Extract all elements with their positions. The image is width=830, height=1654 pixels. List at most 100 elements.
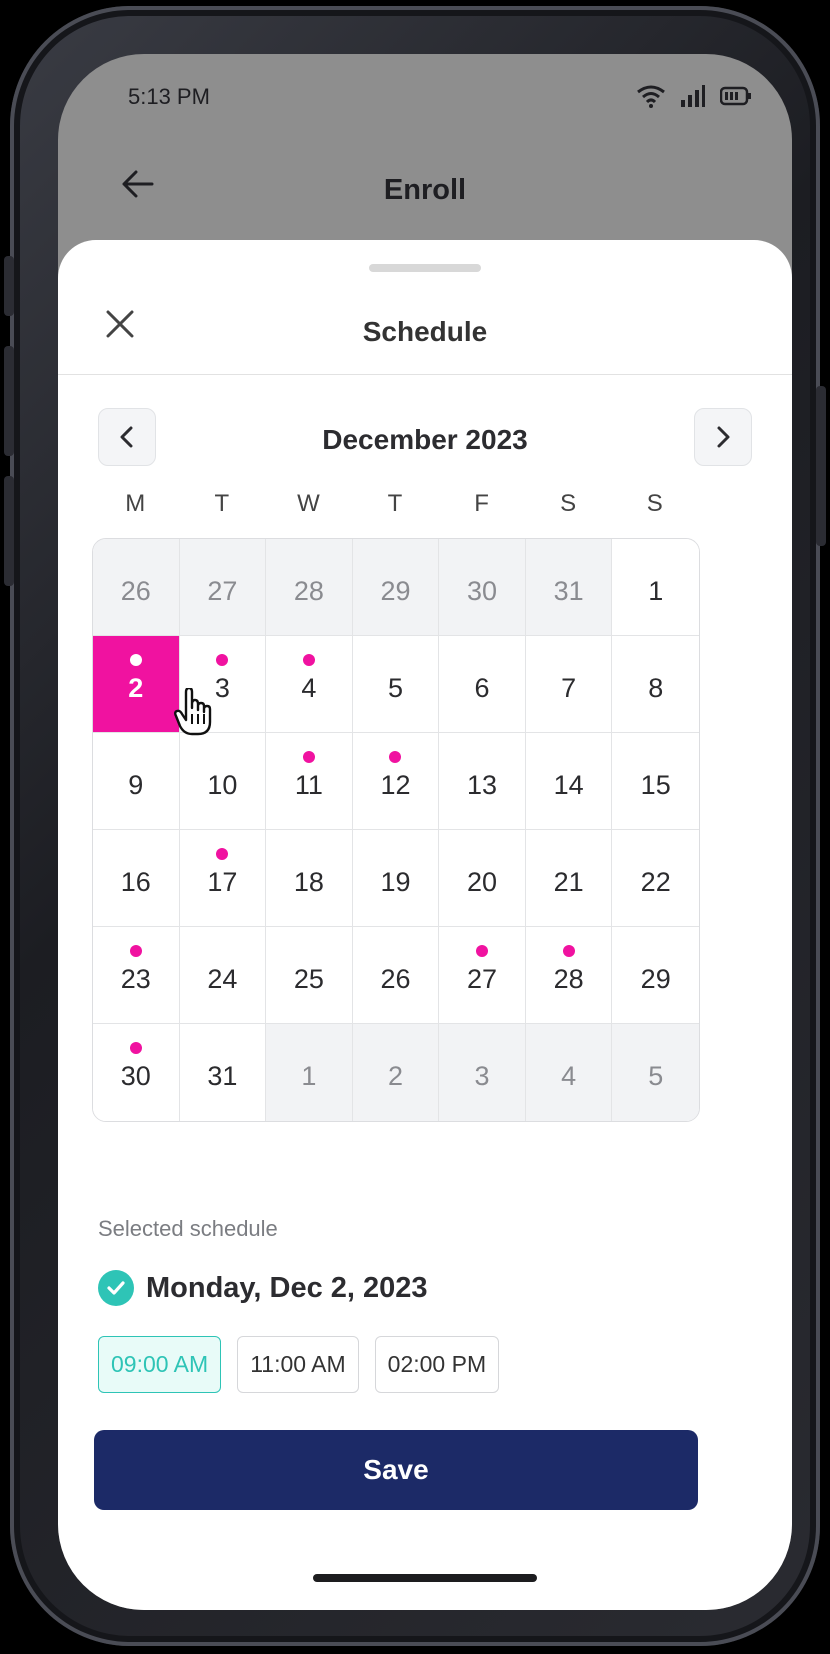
time-slot-chip[interactable]: 11:00 AM [237,1336,359,1393]
sheet-title: Schedule [362,316,488,347]
event-dot [476,945,489,957]
calendar-day[interactable]: 16 [93,830,180,927]
event-dot [129,945,142,957]
weekday-label: S [646,490,663,517]
calendar-day-number: 17 [207,866,238,897]
time-slot-chip[interactable]: 09:00 AM [98,1336,222,1393]
calendar-day[interactable]: 22 [612,830,699,927]
calendar-day-selected[interactable]: 2 [93,636,180,733]
event-dot [302,751,315,763]
app-bar-title: Enroll [383,174,467,206]
calendar-day[interactable]: 30 [93,1024,180,1121]
calendar-day-number: 3 [214,672,230,703]
calendar-day[interactable]: 10 [179,733,267,830]
sheet-grabber[interactable] [369,264,481,272]
save-button[interactable]: Save [94,1430,698,1510]
selected-date-row: Monday, Dec 2, 2023 [98,1270,428,1306]
schedule-bottom-sheet: Schedule December 2023 M T W T F S S 26 … [58,240,792,1610]
status-time: 5:13 PM [128,84,210,109]
calendar-day-number: 5 [387,672,403,703]
calendar-day-number: 1 [301,1061,317,1091]
calendar-day[interactable]: 30 [439,539,526,636]
time-slot-chip[interactable]: 02:00 PM [374,1336,500,1393]
chevron-right-icon [717,426,730,448]
calendar-day[interactable]: 12 [352,733,440,830]
calendar-day-number: 21 [553,866,584,897]
selected-date-text: Monday, Dec 2, 2023 [146,1271,428,1304]
calendar-day[interactable]: 11 [266,733,353,830]
calendar-day[interactable]: 1 [612,539,699,636]
calendar-day[interactable]: 2 [352,1024,440,1121]
calendar-day[interactable]: 8 [612,636,699,733]
calendar-grid: 26 27 28 29 30 31 1 2 3 4 5 6 7 8 9 10 11 12 13 14 15 16 17 18 1… [92,538,700,1122]
weekday-label: W [297,490,320,517]
calendar-day[interactable]: 14 [525,733,613,830]
calendar-day-number: 26 [120,575,151,606]
event-dot [302,654,315,666]
app-bar: Enroll [58,134,792,234]
calendar-day[interactable]: 31 [525,539,613,636]
hand-pointer-icon [174,688,212,736]
calendar-day[interactable]: 13 [439,733,526,830]
calendar-day[interactable]: 4 [266,636,353,733]
weekday-label: T [387,490,403,517]
calendar-day-number: 16 [120,866,151,897]
calendar-day[interactable]: 26 [93,539,180,636]
calendar-day[interactable]: 9 [93,733,180,830]
calendar-day[interactable]: 6 [439,636,526,733]
phone-volume-down [4,476,14,586]
calendar-day[interactable]: 18 [266,830,353,927]
calendar-day[interactable]: 7 [525,636,613,733]
phone-mute-switch [4,256,14,316]
calendar-day-number: 19 [380,866,411,897]
month-label: December 2023 [322,424,528,455]
calendar-day-number: 28 [293,575,324,606]
calendar-day[interactable]: 15 [612,733,699,830]
weekday-label: S [560,490,577,517]
calendar-day-number: 25 [293,963,324,994]
event-dot [129,1042,142,1054]
calendar-day[interactable]: 29 [612,927,699,1024]
calendar-day-number: 2 [128,672,144,703]
event-dot [389,751,402,763]
calendar-day[interactable]: 4 [525,1024,613,1121]
calendar-day[interactable]: 28 [525,927,613,1024]
calendar-day[interactable]: 20 [439,830,526,927]
calendar-day[interactable]: 1 [266,1024,353,1121]
calendar-day[interactable]: 25 [266,927,353,1024]
calendar-day-number: 10 [207,769,238,800]
calendar-day[interactable]: 5 [352,636,440,733]
next-month-button[interactable] [694,408,752,466]
calendar-day[interactable]: 26 [352,927,440,1024]
calendar-day[interactable]: 3 [439,1024,526,1121]
calendar-day[interactable]: 23 [93,927,180,1024]
calendar-day[interactable]: 27 [179,539,267,636]
calendar-day-number: 6 [474,672,490,703]
calendar-day-number: 28 [553,963,584,994]
calendar-day[interactable]: 17 [179,830,267,927]
calendar-day[interactable]: 24 [179,927,267,1024]
calendar-day-number: 4 [301,672,317,703]
calendar-day[interactable]: 31 [179,1024,267,1121]
wifi-icon [637,85,665,108]
calendar-day-number: 3 [474,1061,490,1091]
calendar-day-number: 31 [207,1061,238,1091]
calendar-day-number: 29 [380,575,411,606]
calendar-day[interactable]: 29 [352,539,440,636]
calendar-day[interactable]: 19 [352,830,440,927]
weekday-label: T [214,490,230,517]
calendar-day-number: 18 [293,866,324,897]
calendar-day-number: 27 [207,575,238,606]
calendar-day[interactable]: 28 [266,539,353,636]
signal-icon [681,85,705,107]
phone-screen: 5:13 PM Enroll Schedule December 2023 M … [58,54,792,1610]
sheet-divider [58,374,792,375]
weekday-label: F [474,490,489,517]
calendar-day[interactable]: 5 [612,1024,699,1121]
event-dot [129,654,142,666]
calendar-day[interactable]: 27 [439,927,526,1024]
home-indicator[interactable] [313,1574,537,1582]
calendar-day-number: 24 [207,963,238,994]
calendar-day[interactable]: 21 [525,830,613,927]
time-slot-list: 09:00 AM 11:00 AM 02:00 PM [98,1336,500,1393]
